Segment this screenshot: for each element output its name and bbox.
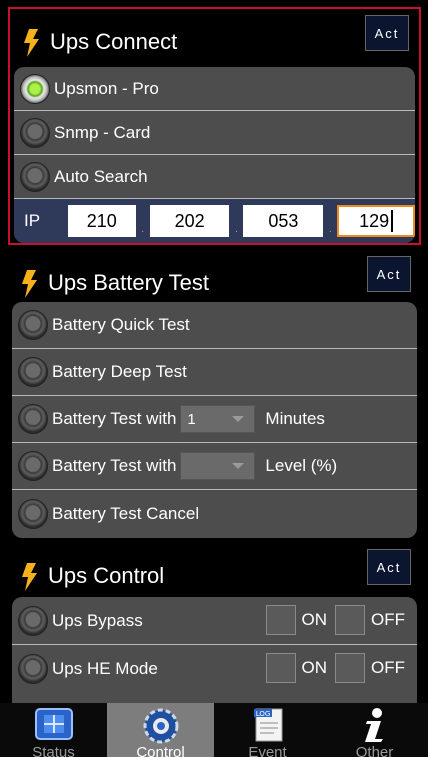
option-label: Snmp - Card	[54, 122, 151, 142]
lightning-bolt-icon	[24, 29, 39, 57]
radio-icon[interactable]	[20, 117, 50, 148]
gear-icon	[143, 708, 178, 744]
ip-label: IP	[24, 211, 41, 230]
option-label: Battery Test with	[52, 456, 177, 475]
level-dropdown[interactable]	[180, 452, 256, 480]
radio-icon[interactable]	[18, 498, 48, 529]
minutes-unit-label: Minutes	[265, 409, 325, 428]
option-label: Upsmon - Pro	[54, 78, 159, 98]
info-icon	[364, 708, 383, 742]
ip-separator: .	[141, 223, 145, 235]
radio-icon[interactable]	[18, 654, 48, 684]
he-mode-toggles: ON OFF	[265, 653, 414, 683]
ip-octet-4-value: 129	[359, 210, 390, 231]
lightning-bolt-icon	[22, 270, 37, 298]
bypass-off-checkbox[interactable]	[335, 605, 365, 635]
ups-battery-title: Ups Battery Test	[48, 270, 209, 295]
ups-battery-panel: Battery Quick Test Battery Deep Test Bat…	[12, 302, 417, 538]
level-unit-label: Level (%)	[265, 456, 338, 475]
ups-battery-test-section: Ups Battery Test Act Battery Quick Test …	[8, 250, 421, 540]
text-caret	[391, 210, 394, 232]
ups-control-header: Ups Control Act	[8, 543, 421, 601]
radio-icon[interactable]	[18, 310, 48, 340]
chevron-down-icon	[232, 463, 245, 469]
radio-selected-icon[interactable]	[20, 73, 50, 104]
ups-connect-title: Ups Connect	[50, 29, 178, 54]
bypass-toggles: ON OFF	[265, 605, 414, 635]
ups-control-act-button[interactable]: Act	[367, 549, 411, 585]
ups-connect-panel: Upsmon - Pro Snmp - Card Auto Search IP …	[14, 67, 415, 243]
option-label: Battery Deep Test	[52, 362, 187, 381]
ip-octet-2-input[interactable]: 202	[149, 205, 230, 237]
radio-icon[interactable]	[18, 451, 48, 481]
option-label: Battery Quick Test	[52, 315, 190, 334]
option-label: Ups Bypass	[52, 610, 143, 630]
option-battery-quick-test[interactable]: Battery Quick Test	[12, 302, 417, 349]
on-label: ON	[301, 610, 328, 629]
radio-icon[interactable]	[18, 404, 48, 434]
he-mode-off-checkbox[interactable]	[335, 653, 365, 683]
option-battery-deep-test[interactable]: Battery Deep Test	[12, 349, 417, 396]
nav-tab-status[interactable]: Status	[0, 703, 107, 757]
option-snmp-card[interactable]: Snmp - Card	[14, 111, 415, 155]
minutes-dropdown[interactable]: 1	[180, 405, 256, 433]
he-mode-on-checkbox[interactable]	[265, 653, 296, 683]
option-label: Auto Search	[54, 166, 148, 186]
option-upsmon-pro[interactable]: Upsmon - Pro	[14, 67, 415, 111]
option-ups-he-mode[interactable]: Ups HE Mode ON OFF	[12, 645, 417, 693]
event-log-icon: LOG	[253, 708, 282, 742]
nav-label: Other	[355, 744, 394, 757]
ups-connect-act-button[interactable]: Act	[365, 15, 409, 51]
ups-control-panel: Ups Bypass ON OFF Ups HE Mode ON OFF	[12, 597, 417, 707]
nav-label: Status	[32, 744, 75, 757]
option-battery-test-minutes[interactable]: Battery Test with 1 Minutes	[12, 396, 417, 443]
on-label: ON	[301, 658, 328, 677]
ups-battery-header: Ups Battery Test Act	[8, 250, 421, 308]
lightning-bolt-icon	[22, 563, 37, 591]
option-ups-bypass[interactable]: Ups Bypass ON OFF	[12, 597, 417, 645]
radio-icon[interactable]	[18, 357, 48, 387]
bottom-navigation: Status Control LOG Event Other	[0, 703, 428, 757]
minutes-value: 1	[187, 410, 196, 428]
status-monitor-icon	[34, 708, 73, 740]
option-battery-test-cancel[interactable]: Battery Test Cancel	[12, 490, 417, 537]
ups-battery-act-button[interactable]: Act	[367, 256, 411, 292]
nav-label: Control	[136, 744, 185, 757]
radio-icon[interactable]	[18, 605, 48, 636]
nav-label: Event	[248, 744, 287, 757]
nav-tab-control[interactable]: Control	[107, 703, 214, 757]
ups-connect-header: Ups Connect Act	[10, 9, 419, 67]
option-label: Ups HE Mode	[52, 659, 158, 678]
off-label: OFF	[371, 610, 405, 629]
option-auto-search[interactable]: Auto Search	[14, 155, 415, 199]
nav-tab-other[interactable]: Other	[321, 703, 428, 757]
nav-tab-event[interactable]: LOG Event	[214, 703, 321, 757]
chevron-down-icon	[232, 416, 245, 422]
ip-octet-3-input[interactable]: 053	[243, 205, 324, 237]
ups-connect-section: Ups Connect Act Upsmon - Pro Snmp - Card…	[8, 7, 421, 245]
ip-address-row: IP 210 . 202 . 053 . 129	[14, 199, 415, 243]
ip-octet-1-input[interactable]: 210	[67, 205, 136, 237]
radio-icon[interactable]	[20, 161, 50, 192]
ups-control-section: Ups Control Act Ups Bypass ON OFF Ups HE…	[8, 543, 421, 707]
ups-control-title: Ups Control	[48, 563, 165, 588]
ip-separator: .	[328, 223, 332, 235]
ip-octet-4-input[interactable]: 129	[337, 205, 415, 237]
off-label: OFF	[371, 658, 405, 677]
event-badge-text: LOG	[255, 710, 270, 718]
ip-separator: .	[235, 223, 238, 235]
option-label: Battery Test Cancel	[52, 503, 200, 523]
option-battery-test-level[interactable]: Battery Test with Level (%)	[12, 443, 417, 490]
bypass-on-checkbox[interactable]	[265, 605, 296, 635]
option-label: Battery Test with	[52, 409, 177, 428]
